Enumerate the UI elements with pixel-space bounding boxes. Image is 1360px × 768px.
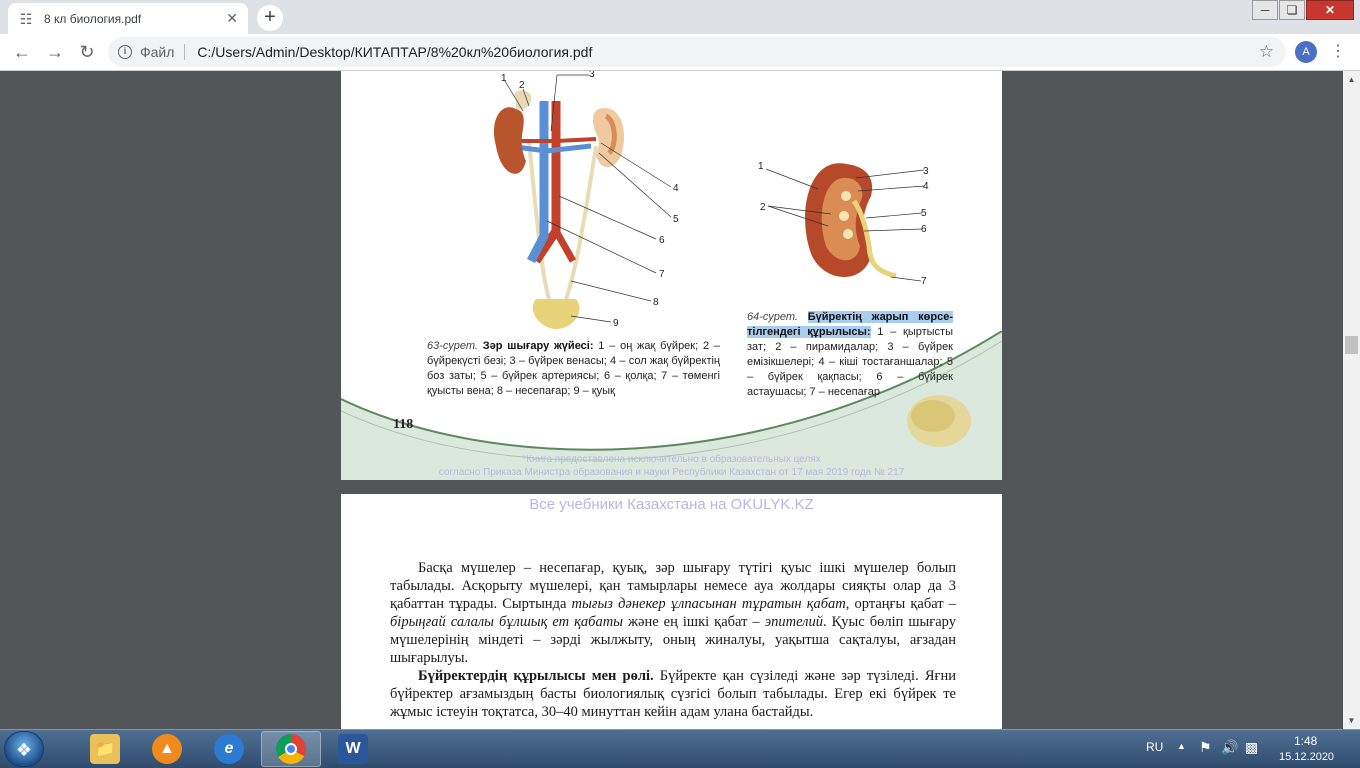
fig64-label-4: 4	[923, 181, 929, 192]
fig64-label-7: 7	[921, 276, 927, 287]
browser-toolbar: ← → ↻ i Файл C:/Users/Admin/Desktop/КИТА…	[0, 34, 1360, 71]
fig63-label-2: 2	[519, 80, 525, 91]
tab-title: 8 кл биология.pdf	[44, 11, 142, 26]
address-url: C:/Users/Admin/Desktop/КИТАПТАР/8%20кл%2…	[197, 44, 593, 60]
fig63-label-3: 3	[589, 71, 595, 80]
forward-icon[interactable]: →	[44, 42, 66, 63]
fig63-label-5: 5	[673, 214, 679, 225]
tray-arrow-icon[interactable]: ▲	[1177, 741, 1186, 751]
paragraph-2: Бүйректердің құрылысы мен рөлі. Бүйректе…	[390, 668, 956, 720]
avatar[interactable]: A	[1295, 41, 1317, 63]
clock-time[interactable]: 1:48	[1294, 734, 1317, 748]
fig63-label-4: 4	[673, 183, 679, 194]
fig64-label-5: 5	[921, 208, 927, 219]
figure-63-urinary-system: 1 2 3 4 5 6 7 8 9	[493, 71, 679, 329]
pdf-page-119: Все учебники Казахстана на OKULYK.KZ Бас…	[341, 494, 1002, 729]
windows-start-icon[interactable]: ❖	[4, 731, 44, 767]
page-number: 118	[393, 417, 414, 432]
page-body-text: Басқа мүшелер – несепағар, қуық, зәр шығ…	[390, 559, 956, 721]
fig63-label-8: 8	[653, 297, 659, 308]
scroll-down-arrow[interactable]: ▼	[1343, 712, 1360, 729]
flag-icon[interactable]: ⚑	[1199, 739, 1212, 756]
fig63-label-7: 7	[659, 269, 665, 280]
fig64-label-3: 3	[923, 166, 929, 177]
fig64-label-1: 1	[758, 161, 764, 172]
language-indicator[interactable]: RU	[1146, 740, 1163, 754]
fig63-label-1: 1	[501, 73, 507, 84]
clock-date[interactable]: 15.12.2020	[1279, 751, 1334, 763]
figure-63-caption: 63-сурет. Зәр шығару жүйесі: 1 – оң жақ …	[427, 339, 720, 399]
pdf-scrollbar[interactable]: ▲ ▼	[1343, 71, 1360, 729]
maximize-button[interactable]: ❏	[1279, 0, 1305, 20]
plus-icon[interactable]: +	[257, 5, 283, 31]
pdf-viewer[interactable]: 1 2 3 4 5 6 7 8 9 1 2 3 4 5 6 7 63-сурет…	[0, 71, 1360, 729]
ie-icon[interactable]: e	[199, 731, 259, 767]
watermark-line-1: *Книга предоставлена исключительно в обр…	[522, 454, 821, 465]
address-separator	[184, 44, 186, 60]
menu-icon[interactable]: ⋮	[1330, 41, 1346, 61]
back-icon[interactable]: ←	[11, 42, 33, 63]
figure-64-kidney-section: 1 2 3 4 5 6 7	[758, 161, 929, 287]
fig64-label-2: 2	[760, 202, 766, 213]
watermark-line-2: согласно Приказа Министра образования и …	[438, 467, 905, 478]
pdf-page-118: 1 2 3 4 5 6 7 8 9 1 2 3 4 5 6 7 63-сурет…	[341, 71, 1002, 480]
folder-icon[interactable]: 📁	[75, 731, 135, 767]
page-watermark-okulyk: Все учебники Казахстана на OKULYK.KZ	[529, 496, 814, 513]
word-icon[interactable]: W	[323, 731, 383, 767]
fig63-label-6: 6	[659, 235, 665, 246]
fig64-label-6: 6	[921, 224, 927, 235]
fig64-caption-prefix: 64-сурет.	[747, 311, 798, 323]
tab-pdf[interactable]: ☷ 8 кл биология.pdf ✕	[8, 3, 248, 34]
window-close-button[interactable]: ✕	[1306, 0, 1354, 20]
network-icon[interactable]: ▩	[1245, 739, 1258, 756]
fig63-caption-prefix: 63-сурет.	[427, 340, 478, 352]
page-watermark: *Книга предоставлена исключительно в обр…	[341, 453, 1002, 479]
scroll-up-arrow[interactable]: ▲	[1343, 71, 1360, 88]
figure-64-caption: 64-сурет. Бүйректің жарып көрсе-тілгенде…	[747, 310, 953, 400]
address-scheme: Файл	[140, 44, 175, 60]
scroll-thumb[interactable]	[1345, 336, 1358, 354]
pdf-icon: ☷	[19, 10, 33, 27]
paragraph-1: Басқа мүшелер – несепағар, қуық, зәр шығ…	[390, 560, 957, 666]
minimize-button[interactable]: ─	[1252, 0, 1278, 20]
avast-icon[interactable]: ▲	[137, 731, 197, 767]
fig63-caption-title: Зәр шығару жүйесі:	[482, 340, 594, 352]
chrome-icon[interactable]	[261, 731, 321, 767]
windows-taskbar: ❖ 📁 ▲ e W RU ▲ ⚑ 🔊 ▩ 1:48 15.12.2020	[0, 729, 1360, 768]
star-icon[interactable]: ☆	[1259, 42, 1274, 62]
reload-icon[interactable]: ↻	[76, 42, 98, 63]
info-icon[interactable]: i	[118, 45, 132, 59]
fig63-label-9: 9	[613, 318, 619, 329]
close-icon[interactable]: ✕	[226, 10, 238, 27]
browser-titlebar: ☷ 8 кл биология.pdf ✕ + ─ ❏ ✕	[0, 0, 1360, 34]
speaker-icon[interactable]: 🔊	[1221, 739, 1238, 756]
address-bar[interactable]: i Файл C:/Users/Admin/Desktop/КИТАПТАР/8…	[108, 37, 1286, 67]
